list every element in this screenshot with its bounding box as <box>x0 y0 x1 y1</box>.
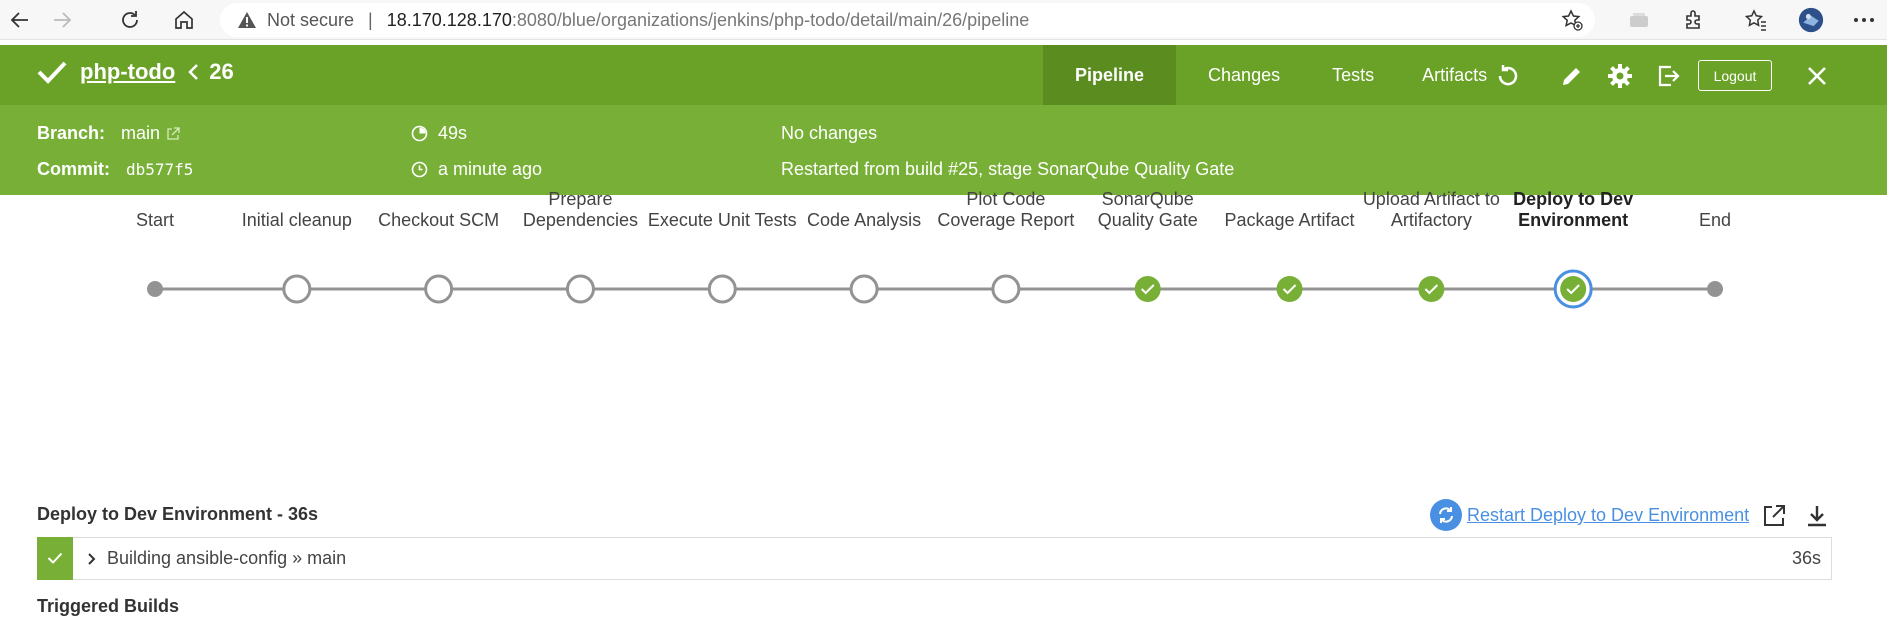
reload-icon[interactable] <box>116 6 144 34</box>
home-icon[interactable] <box>170 6 198 34</box>
job-name-link[interactable]: php-todo <box>80 59 175 85</box>
browser-toolbar: Not secure | 18.170.128.170:8080/blue/or… <box>0 0 1887 40</box>
tab-pipeline[interactable]: Pipeline <box>1043 45 1177 105</box>
stage-node[interactable] <box>424 274 454 304</box>
stage-node[interactable] <box>707 274 737 304</box>
restart-icon[interactable] <box>1430 499 1462 531</box>
log-row-duration: 36s <box>1791 548 1821 568</box>
stage-label[interactable]: Package Artifact <box>1215 210 1365 231</box>
commit-info: Commit: db577f5 <box>37 159 193 180</box>
stage-node[interactable] <box>1418 276 1445 302</box>
extension-icon[interactable] <box>1681 7 1707 33</box>
url-host: 18.170.128.170 <box>386 9 512 30</box>
stage-node <box>1707 281 1723 297</box>
tab-tests[interactable]: Tests <box>1312 45 1394 105</box>
cause-info: Restarted from build #25, stage SonarQub… <box>781 159 1235 179</box>
collections-icon[interactable] <box>1626 7 1652 33</box>
log-row[interactable]: Building ansible-config » main 36s <box>37 536 1832 580</box>
not-secure-label: Not secure <box>267 9 355 30</box>
chevron-left-icon <box>187 63 199 81</box>
favorite-add-icon[interactable] <box>1561 9 1583 36</box>
run-header: php-todo 26 Pipeline Changes Tests Artif… <box>0 45 1887 105</box>
stage-label[interactable]: Deploy to Dev Environment <box>1498 189 1648 231</box>
gear-icon[interactable] <box>1606 62 1634 90</box>
profile-icon[interactable] <box>1798 7 1824 33</box>
time-ago-value: a minute ago <box>438 159 543 179</box>
changes-info: No changes <box>781 123 878 143</box>
stage-label[interactable]: Plot Code Coverage Report <box>931 189 1081 231</box>
clock-icon <box>411 161 428 178</box>
stage-label[interactable]: Initial cleanup <box>222 210 372 231</box>
check-icon <box>36 59 68 85</box>
stage-label[interactable]: Code Analysis <box>789 210 939 231</box>
external-link-icon[interactable] <box>166 126 180 141</box>
stage-node[interactable] <box>565 274 595 304</box>
triggered-builds-heading: Triggered Builds <box>37 596 180 616</box>
stage-node[interactable] <box>1553 269 1593 309</box>
forward-arrow-icon[interactable] <box>48 6 76 34</box>
step-panel-title: Deploy to Dev Environment - 36s <box>37 504 319 524</box>
exit-icon[interactable] <box>1654 62 1682 90</box>
tab-changes[interactable]: Changes <box>1176 45 1312 105</box>
pipeline-graph-canvas <box>147 269 1723 309</box>
stage-label[interactable]: SonarQube Quality Gate <box>1073 189 1223 231</box>
close-icon[interactable] <box>1803 62 1831 90</box>
commit-value[interactable]: db577f5 <box>126 160 193 179</box>
more-icon[interactable] <box>1851 7 1877 33</box>
stage-label[interactable]: End <box>1640 210 1790 231</box>
open-new-icon[interactable] <box>1760 502 1788 530</box>
address-separator: | <box>368 9 373 30</box>
run-number: 26 <box>209 59 234 84</box>
back-arrow-icon[interactable] <box>6 6 34 34</box>
restart-stage-link[interactable]: Restart Deploy to Dev Environment <box>1467 505 1749 526</box>
stage-node[interactable] <box>991 274 1021 304</box>
warning-icon <box>237 11 257 29</box>
time-info: a minute ago <box>411 159 542 180</box>
stage-node[interactable] <box>1276 276 1303 302</box>
stage-label[interactable]: Checkout SCM <box>364 210 514 231</box>
duration-value: 49s <box>438 123 468 143</box>
run-summary: Branch: main Commit: db577f5 49s a minut… <box>0 105 1887 195</box>
branch-info: Branch: main <box>37 123 180 144</box>
download-icon[interactable] <box>1803 502 1831 530</box>
replay-icon[interactable] <box>1494 62 1522 90</box>
stage-node <box>147 281 163 297</box>
address-bar[interactable]: Not secure | 18.170.128.170:8080/blue/or… <box>220 3 1595 37</box>
stage-node[interactable] <box>1134 276 1161 302</box>
stage-label[interactable]: Upload Artifact to Artifactory <box>1356 189 1506 231</box>
run-tabs: Pipeline Changes Tests Artifacts <box>1043 45 1515 105</box>
timer-icon <box>411 125 428 142</box>
duration-info: 49s <box>411 123 467 144</box>
favorites-icon[interactable] <box>1742 7 1768 33</box>
commit-label: Commit: <box>37 159 110 179</box>
edit-icon[interactable] <box>1558 62 1586 90</box>
url-path: :8080/blue/organizations/jenkins/php-tod… <box>511 9 1030 30</box>
pipeline-graph: Start Initial cleanup Checkout SCM Prepare … <box>0 189 1887 495</box>
branch-value: main <box>121 123 161 143</box>
branch-label: Branch: <box>37 123 106 143</box>
success-status-icon <box>37 536 73 580</box>
stage-node[interactable] <box>849 274 879 304</box>
log-row-text: Building ansible-config » main <box>107 548 347 568</box>
stage-label[interactable]: Prepare Dependencies <box>505 189 655 231</box>
restart-stage[interactable]: Restart Deploy to Dev Environment <box>1430 499 1749 531</box>
stage-label[interactable]: Start <box>80 210 230 231</box>
run-title: php-todo 26 <box>36 59 234 85</box>
stage-label[interactable]: Execute Unit Tests <box>647 210 797 231</box>
logout-button[interactable]: Logout <box>1698 60 1772 91</box>
chevron-right-icon[interactable] <box>87 552 97 566</box>
stage-node[interactable] <box>282 274 312 304</box>
